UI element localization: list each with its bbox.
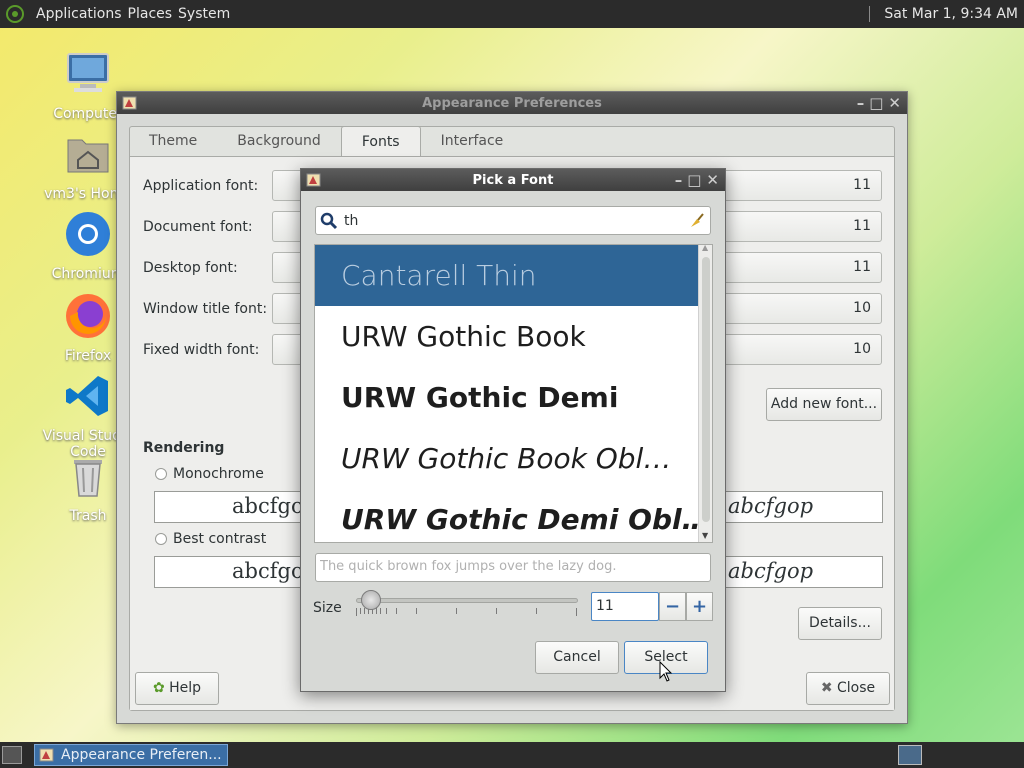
dialog-app-icon: [306, 173, 321, 187]
clock[interactable]: Sat Mar 1, 9:34 AM: [884, 6, 1018, 22]
slider-knob[interactable]: [361, 590, 381, 610]
menu-applications[interactable]: Applications: [33, 6, 125, 22]
tab-fonts[interactable]: Fonts: [340, 126, 421, 156]
bottom-panel: Appearance Preferen...: [0, 742, 1024, 768]
taskbar-appearance[interactable]: Appearance Preferen...: [34, 744, 228, 766]
best-contrast-label: Best contrast: [173, 531, 267, 547]
window-title: Appearance Preferences: [422, 95, 602, 111]
dialog-maximize-icon[interactable]: □: [687, 171, 701, 189]
document-font-label: Document font:: [143, 219, 253, 235]
font-list-item[interactable]: URW Gothic Demi: [315, 367, 699, 428]
font-search-input[interactable]: [344, 212, 674, 229]
monochrome-option[interactable]: Monochrome: [155, 466, 264, 482]
size-label: Size: [313, 600, 342, 616]
minimize-icon[interactable]: –: [857, 94, 865, 112]
font-list-scrollbar[interactable]: ▲ ▼: [698, 245, 712, 542]
tab-interface[interactable]: Interface: [421, 126, 524, 156]
help-button[interactable]: ✿ Help: [135, 672, 219, 705]
tab-bar: Theme Background Fonts Interface: [129, 126, 523, 158]
add-new-font-button[interactable]: Add new font...: [766, 388, 882, 421]
application-font-label: Application font:: [143, 178, 259, 194]
font-list[interactable]: Cantarell Thin URW Gothic Book URW Gothi…: [314, 244, 713, 543]
tab-theme[interactable]: Theme: [129, 126, 217, 156]
taskbar-app-icon: [39, 748, 54, 762]
dialog-titlebar[interactable]: Pick a Font – □ ✕: [301, 169, 725, 191]
workspace-switcher-icon[interactable]: [898, 745, 922, 765]
menu-system[interactable]: System: [175, 6, 233, 22]
best-shapes-sample[interactable]: abcfgop: [723, 556, 883, 588]
size-spinbox: [591, 592, 659, 621]
slider-track[interactable]: [356, 598, 578, 603]
best-contrast-radio[interactable]: [155, 533, 167, 545]
help-label: Help: [169, 680, 202, 696]
fixed-width-font-label: Fixed width font:: [143, 342, 260, 358]
close-window-icon[interactable]: ✕: [888, 94, 901, 112]
monochrome-label: Monochrome: [173, 466, 264, 482]
font-list-item[interactable]: URW Gothic Book Obl…: [315, 428, 699, 489]
window-title-font-label: Window title font:: [143, 301, 268, 317]
distro-logo-icon[interactable]: [6, 5, 24, 23]
dialog-close-icon[interactable]: ✕: [706, 171, 719, 189]
dialog-title: Pick a Font: [472, 172, 554, 188]
size-slider[interactable]: [356, 590, 578, 620]
window-controls: – □ ✕: [857, 94, 901, 112]
chromium-icon: [66, 212, 110, 256]
menu-places[interactable]: Places: [125, 6, 176, 22]
clock-area: Sat Mar 1, 9:34 AM: [869, 0, 1018, 28]
trash-icon: [74, 460, 102, 497]
home-folder-icon: [67, 139, 109, 173]
close-label: Close: [837, 680, 876, 696]
monochrome-radio[interactable]: [155, 468, 167, 480]
show-desktop-icon[interactable]: [2, 746, 22, 764]
clear-search-icon[interactable]: [688, 212, 706, 230]
help-icon: ✿: [152, 680, 165, 696]
mouse-cursor-icon: [659, 661, 673, 682]
dialog-controls: – □ ✕: [675, 171, 719, 189]
window-titlebar[interactable]: Appearance Preferences – □ ✕: [117, 92, 907, 114]
maximize-icon[interactable]: □: [869, 94, 883, 112]
taskbar-label: Appearance Preferen...: [61, 747, 222, 763]
pick-font-dialog: Pick a Font – □ ✕ Cantarell Thin URW Got…: [300, 168, 726, 692]
close-button[interactable]: ✖ Close: [806, 672, 890, 705]
cancel-button[interactable]: Cancel: [535, 641, 619, 674]
slider-ticks: [356, 608, 578, 618]
preview-box: [315, 553, 711, 582]
scroll-down-icon[interactable]: ▼: [702, 531, 708, 540]
best-contrast-sample[interactable]: abcfgop: [154, 556, 317, 588]
firefox-icon: [66, 294, 110, 338]
font-search-box: [315, 206, 711, 235]
subpixel-sample[interactable]: abcfgop: [723, 491, 883, 523]
preview-input[interactable]: [320, 559, 700, 574]
close-x-icon: ✖: [820, 680, 833, 696]
rendering-heading: Rendering: [143, 440, 225, 456]
size-input[interactable]: [596, 598, 654, 614]
scrollbar-thumb[interactable]: [702, 257, 710, 522]
search-icon: [320, 212, 338, 229]
panel-menus: Applications Places System: [28, 0, 238, 28]
computer-icon: [67, 53, 109, 92]
tab-background[interactable]: Background: [217, 126, 341, 156]
details-button[interactable]: Details...: [798, 607, 882, 640]
best-contrast-option[interactable]: Best contrast: [155, 531, 266, 547]
scroll-up-icon[interactable]: ▲: [702, 245, 708, 252]
panel-separator: [869, 6, 871, 22]
appearance-app-icon: [122, 96, 137, 110]
size-decrease-button[interactable]: −: [659, 592, 686, 621]
font-list-item[interactable]: URW Gothic Demi Obl…: [315, 489, 699, 542]
vscode-icon: [66, 376, 108, 416]
desktop-font-label: Desktop font:: [143, 260, 238, 276]
font-list-item[interactable]: URW Gothic Book: [315, 306, 699, 367]
top-panel: Applications Places System Sat Mar 1, 9:…: [0, 0, 1024, 28]
font-list-item-selected[interactable]: Cantarell Thin: [315, 245, 699, 306]
monochrome-sample[interactable]: abcfgop: [154, 491, 317, 523]
dialog-minimize-icon[interactable]: –: [675, 171, 683, 189]
size-increase-button[interactable]: +: [686, 592, 713, 621]
